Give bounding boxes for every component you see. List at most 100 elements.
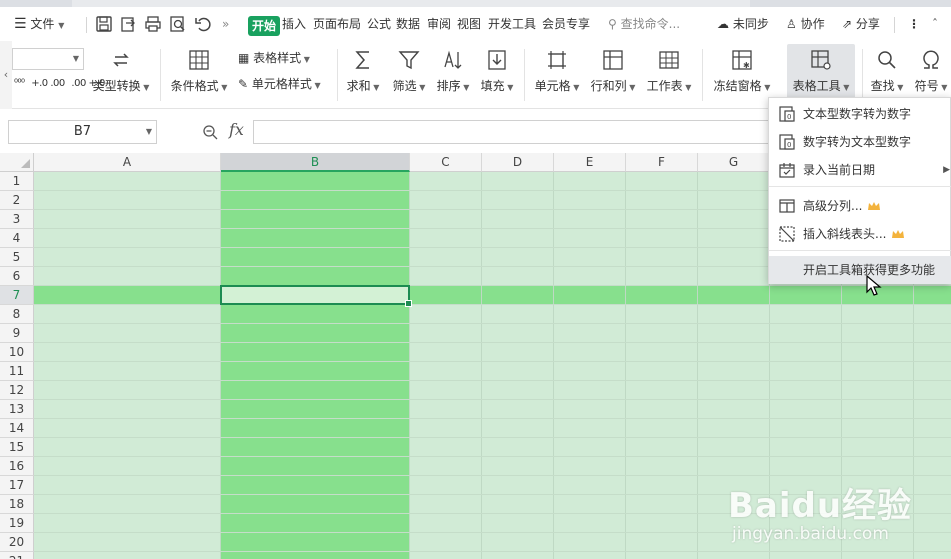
menu-item-label: 录入当前日期	[803, 163, 876, 177]
tab-page-layout[interactable]: 页面布局	[313, 7, 361, 41]
row-header-17[interactable]: 17	[0, 476, 34, 495]
row-header-20[interactable]: 20	[0, 533, 34, 552]
save-icon[interactable]	[95, 15, 113, 33]
row-header-19[interactable]: 19	[0, 514, 34, 533]
row-gridline	[34, 285, 951, 286]
row-header-5[interactable]: 5	[0, 248, 34, 267]
symbol-button[interactable]: 符号 ▼	[912, 49, 950, 94]
table-style-icon: ▦	[238, 51, 250, 65]
row-header-13[interactable]: 13	[0, 400, 34, 419]
row-header-10[interactable]: 10	[0, 343, 34, 362]
collab-button[interactable]: ♙ 协作	[786, 7, 825, 41]
formula-input[interactable]	[253, 120, 773, 144]
row-header-4[interactable]: 4	[0, 229, 34, 248]
file-menu[interactable]: ☰ 文件 ▼	[14, 7, 64, 41]
menu-item-advanced-split[interactable]: 高级分列...	[769, 192, 951, 220]
menu-item-number-to-text[interactable]: 0 数字转为文本型数字	[769, 128, 951, 156]
sort-button[interactable]: 排序 ▼	[434, 49, 472, 94]
command-search[interactable]: ⚲ 查找命令...	[608, 7, 680, 41]
row-header-16[interactable]: 16	[0, 457, 34, 476]
cell-icon	[548, 51, 566, 69]
chevron-down-icon[interactable]: ▼	[146, 121, 152, 143]
column-header-a[interactable]: A	[34, 153, 221, 172]
tab-formula[interactable]: 公式	[367, 7, 391, 41]
user-icon: ♙	[786, 17, 797, 31]
divider	[337, 49, 338, 101]
row-gridline	[34, 418, 951, 419]
menu-item-insert-date[interactable]: 录入当前日期 ▶	[769, 156, 951, 184]
tab-data[interactable]: 数据	[396, 7, 420, 41]
menu-item-open-toolbox[interactable]: 开启工具箱获得更多功能	[769, 256, 951, 284]
divider	[160, 49, 161, 101]
find-button[interactable]: 查找 ▼	[868, 49, 906, 94]
row-header-6[interactable]: 6	[0, 267, 34, 286]
tab-member[interactable]: 会员专享	[542, 7, 590, 41]
table-tools-dropdown: 0 文本型数字转为数字 0 数字转为文本型数字 录入当前日期 ▶ 高级分列...…	[768, 97, 951, 284]
column-header-d[interactable]: D	[482, 153, 554, 172]
type-convert-button[interactable]: 类型转换 ▼	[90, 49, 152, 94]
tab-insert[interactable]: 插入	[282, 7, 306, 41]
tab-developer[interactable]: 开发工具	[488, 7, 536, 41]
row-header-12[interactable]: 12	[0, 381, 34, 400]
menu-item-text-to-number[interactable]: 0 文本型数字转为数字	[769, 100, 951, 128]
increase-decimal-button[interactable]: +.0 .00	[31, 78, 65, 89]
tab-review[interactable]: 审阅	[427, 7, 451, 41]
number-format-select[interactable]: ▼	[12, 48, 84, 70]
sum-button[interactable]: 求和 ▼	[344, 49, 382, 94]
row-header-9[interactable]: 9	[0, 324, 34, 343]
split-columns-icon	[779, 199, 795, 213]
table-style-button[interactable]: ▦ 表格样式 ▼	[238, 49, 310, 67]
share-button[interactable]: ⇗ 分享	[842, 7, 880, 41]
more-options-icon[interactable]: ⋮	[908, 7, 920, 41]
document-tab-edge[interactable]	[0, 0, 72, 7]
menu-item-diagonal-header[interactable]: 插入斜线表头...	[769, 220, 951, 248]
worksheet-button[interactable]: 工作表 ▼	[644, 49, 694, 94]
fill-button[interactable]: 填充 ▼	[478, 49, 516, 94]
row-gridline	[34, 342, 951, 343]
row-header-18[interactable]: 18	[0, 495, 34, 514]
column-header-g[interactable]: G	[698, 153, 770, 172]
export-pdf-icon[interactable]	[120, 15, 138, 33]
freeze-icon: ✱	[732, 50, 752, 70]
undo-icon[interactable]	[194, 15, 212, 33]
active-cell-b7[interactable]	[220, 285, 412, 307]
tab-view[interactable]: 视图	[457, 7, 481, 41]
column-header-b[interactable]: B	[221, 153, 410, 172]
column-header-f[interactable]: F	[626, 153, 698, 172]
conditional-format-button[interactable]: 条件格式 ▼	[168, 49, 230, 94]
ribbon-scroll-left[interactable]: ‹	[0, 41, 12, 109]
print-icon[interactable]	[144, 15, 162, 33]
tab-home[interactable]: 开始	[248, 16, 281, 36]
row-header-3[interactable]: 3	[0, 210, 34, 229]
more-icon[interactable]: »	[222, 7, 229, 41]
row-gridline	[34, 437, 951, 438]
row-header-11[interactable]: 11	[0, 362, 34, 381]
worksheet-icon	[659, 51, 679, 69]
table-tools-button[interactable]: 表格工具 ▼	[788, 49, 854, 94]
filter-label: 筛选	[392, 79, 417, 93]
sort-icon	[444, 50, 462, 69]
zoom-icon[interactable]	[202, 124, 218, 140]
fx-icon[interactable]: fx	[229, 120, 244, 139]
format-icon[interactable]: ⁰⁰⁰	[14, 78, 25, 89]
row-header-2[interactable]: 2	[0, 191, 34, 210]
cell-button[interactable]: 单元格 ▼	[532, 49, 582, 94]
row-header-7[interactable]: 7	[0, 286, 34, 305]
print-preview-icon[interactable]	[169, 15, 187, 33]
filter-button[interactable]: 筛选 ▼	[390, 49, 428, 94]
row-header-14[interactable]: 14	[0, 419, 34, 438]
row-header-8[interactable]: 8	[0, 305, 34, 324]
sync-status[interactable]: ☁ 未同步	[717, 7, 769, 41]
column-header-c[interactable]: C	[410, 153, 482, 172]
row-header-1[interactable]: 1	[0, 172, 34, 191]
collapse-ribbon-icon[interactable]: ˆ	[932, 7, 938, 41]
name-box[interactable]: B7 ▼	[8, 120, 157, 144]
column-header-e[interactable]: E	[554, 153, 626, 172]
search-placeholder: 查找命令...	[620, 17, 681, 31]
row-header-15[interactable]: 15	[0, 438, 34, 457]
cell-style-button[interactable]: ✎ 单元格样式 ▼	[238, 75, 321, 93]
row-header-21[interactable]: 21	[0, 552, 34, 559]
row-col-button[interactable]: 行和列 ▼	[588, 49, 638, 94]
select-all-corner[interactable]	[0, 153, 34, 172]
freeze-panes-button[interactable]: ✱ 冻结窗格 ▼	[710, 49, 774, 94]
